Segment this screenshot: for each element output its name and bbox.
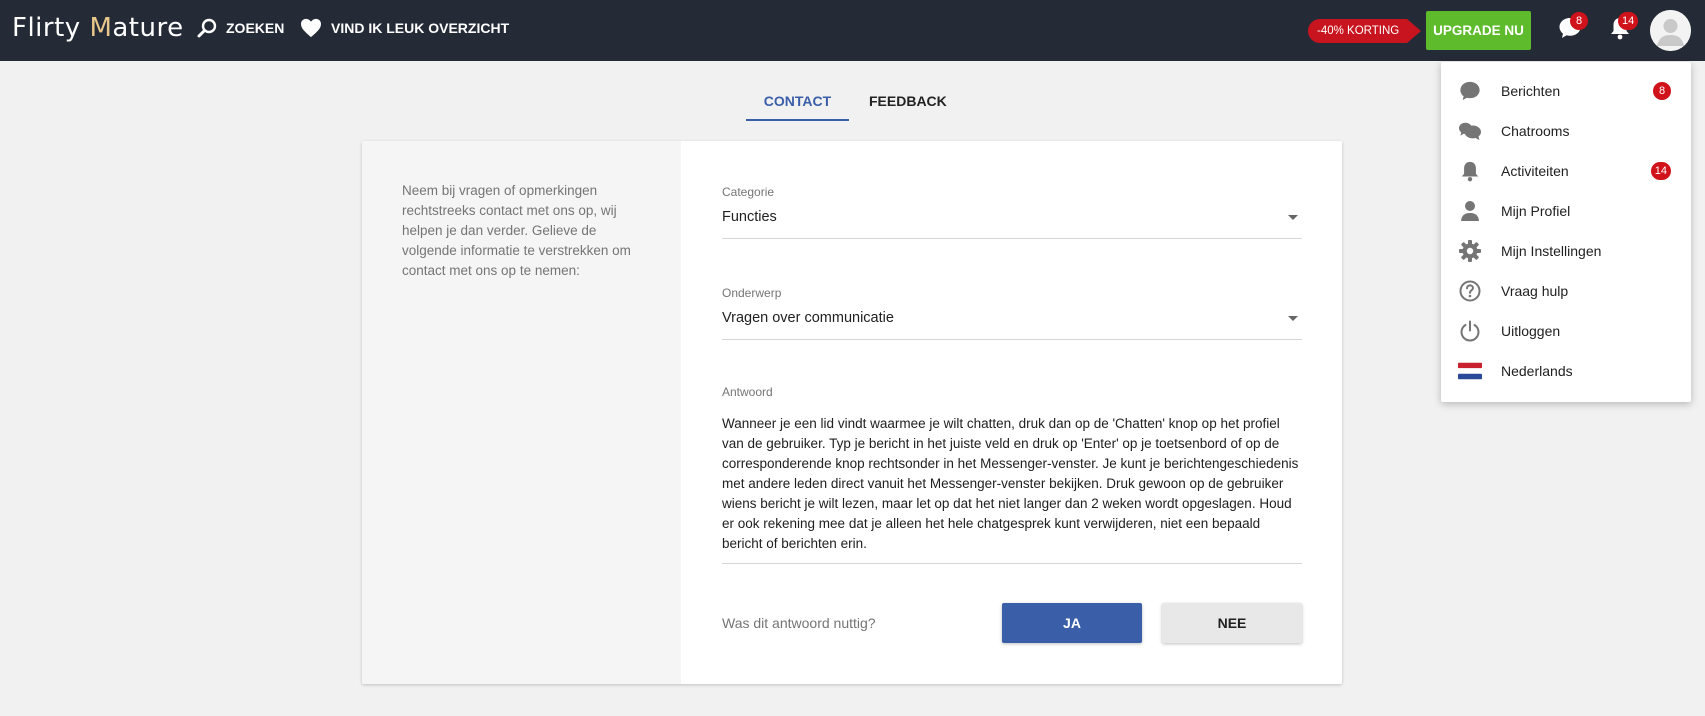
- nav-search[interactable]: ZOEKEN: [197, 18, 284, 38]
- menu-item-nederlands[interactable]: Nederlands: [1441, 351, 1691, 391]
- menu-item-vraag-hulp[interactable]: Vraag hulp: [1441, 271, 1691, 311]
- menu-item-label: Mijn Instellingen: [1501, 243, 1602, 259]
- discount-arrow: [1407, 19, 1422, 43]
- menu-item-label: Vraag hulp: [1501, 283, 1569, 299]
- answer-label: Antwoord: [722, 385, 773, 399]
- page-tabs: CONTACT FEEDBACK: [746, 88, 947, 121]
- menu-item-mijn-profiel[interactable]: Mijn Profiel: [1441, 191, 1691, 231]
- discount-label: -40% KORTING: [1308, 19, 1408, 43]
- helpful-question: Was dit antwoord nuttig?: [722, 615, 876, 631]
- logo[interactable]: Flirty Mature: [12, 13, 184, 43]
- nav-likes-label: VIND IK LEUK OVERZICHT: [331, 20, 510, 36]
- menu-item-label: Activiteiten: [1501, 163, 1569, 179]
- menu-item-activiteiten[interactable]: Activiteiten 14: [1441, 151, 1691, 191]
- tab-contact[interactable]: CONTACT: [746, 88, 849, 121]
- subject-label: Onderwerp: [722, 286, 782, 300]
- answer-field: Antwoord Wanneer je een lid vindt waarme…: [722, 385, 1302, 564]
- notifications-badge: 14: [1618, 12, 1639, 30]
- menu-badge: 14: [1650, 162, 1671, 180]
- menu-item-label: Chatrooms: [1501, 123, 1570, 139]
- menu-item-label: Uitloggen: [1501, 323, 1561, 339]
- avatar-placeholder-icon: [1650, 10, 1691, 51]
- category-value: Functies: [722, 209, 777, 225]
- person-icon: [1458, 199, 1482, 223]
- menu-item-label: Berichten: [1501, 83, 1561, 99]
- search-icon: [197, 18, 217, 38]
- avatar[interactable]: [1650, 10, 1691, 51]
- messages-button[interactable]: 8: [1558, 12, 1588, 45]
- menu-item-uitloggen[interactable]: Uitloggen: [1441, 311, 1691, 351]
- menu-item-berichten[interactable]: Berichten 8: [1441, 71, 1691, 111]
- chatrooms-icon: [1458, 119, 1482, 143]
- discount-badge[interactable]: -40% KORTING: [1308, 19, 1422, 43]
- no-button[interactable]: NEE: [1162, 603, 1302, 643]
- dutch-flag-icon: [1458, 359, 1482, 383]
- subject-select[interactable]: Vragen over communicatie: [722, 310, 1302, 340]
- gear-icon: [1458, 239, 1482, 263]
- menu-item-chatrooms[interactable]: Chatrooms: [1441, 111, 1691, 151]
- category-label: Categorie: [722, 185, 775, 199]
- category-select[interactable]: Functies: [722, 209, 1302, 239]
- contact-card: Neem bij vragen of opmerkingen rechtstre…: [362, 141, 1342, 684]
- subject-field: Onderwerp Vragen over communicatie: [722, 286, 1302, 340]
- help-icon: [1458, 279, 1482, 303]
- messages-badge: 8: [1570, 12, 1588, 30]
- subject-value: Vragen over communicatie: [722, 310, 894, 326]
- notifications-button[interactable]: 14: [1609, 12, 1639, 45]
- yes-button[interactable]: JA: [1002, 603, 1142, 643]
- heart-icon: [301, 18, 321, 38]
- caret-down-icon: [1288, 215, 1298, 220]
- menu-badge: 8: [1653, 82, 1671, 100]
- nav-likes-overview[interactable]: VIND IK LEUK OVERZICHT: [300, 18, 509, 38]
- bell-icon: [1458, 159, 1482, 183]
- answer-text: Wanneer je een lid vindt waarmee je wilt…: [722, 414, 1302, 564]
- nav-search-label: ZOEKEN: [226, 20, 285, 36]
- menu-item-label: Mijn Profiel: [1501, 203, 1571, 219]
- caret-down-icon: [1288, 316, 1298, 321]
- contact-intro-panel: Neem bij vragen of opmerkingen rechtstre…: [362, 141, 681, 684]
- user-dropdown-menu: Berichten 8 Chatrooms Activiteiten 14 Mi…: [1441, 62, 1691, 402]
- category-field: Categorie Functies: [722, 185, 1302, 239]
- tab-feedback[interactable]: FEEDBACK: [849, 88, 947, 121]
- menu-item-mijn-instellingen[interactable]: Mijn Instellingen: [1441, 231, 1691, 271]
- power-icon: [1458, 319, 1482, 343]
- top-bar: Flirty Mature ZOEKEN VIND IK LEUK OVERZI…: [0, 0, 1705, 61]
- chat-bubble-icon: [1458, 79, 1482, 103]
- contact-intro-text: Neem bij vragen of opmerkingen rechtstre…: [402, 183, 631, 278]
- upgrade-button[interactable]: UPGRADE NU: [1426, 11, 1531, 50]
- menu-item-label: Nederlands: [1501, 363, 1573, 379]
